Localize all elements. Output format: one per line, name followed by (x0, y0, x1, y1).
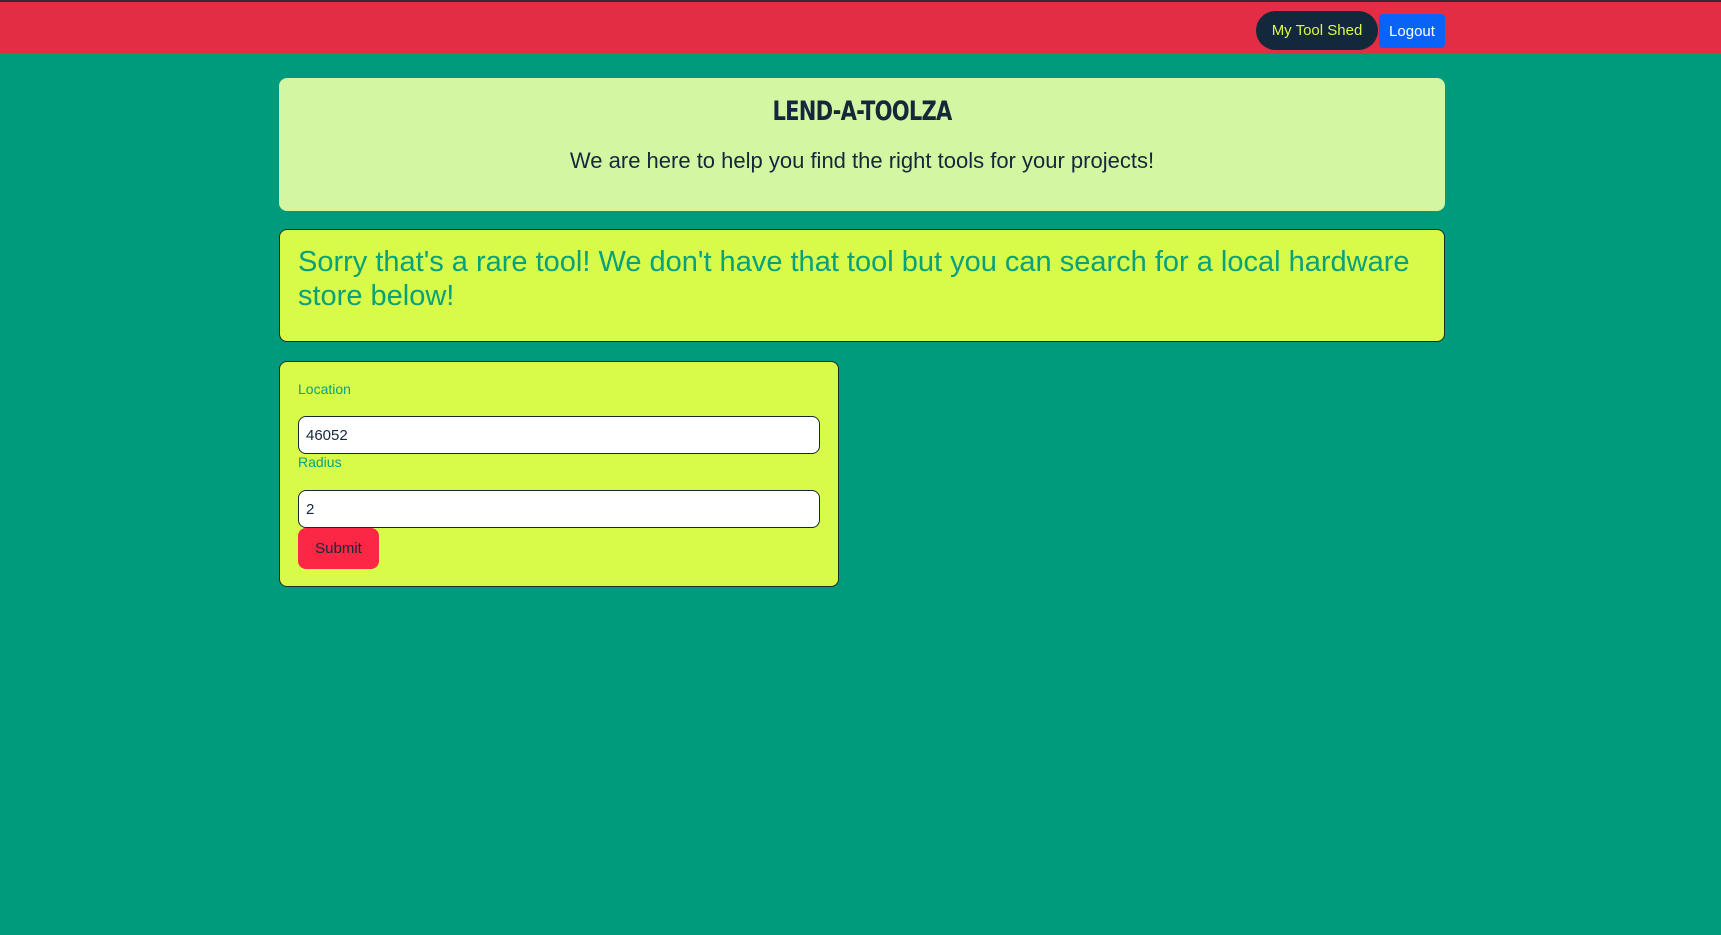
site-tagline: We are here to help you find the right t… (569, 148, 1155, 173)
radius-label: Radius (298, 454, 342, 470)
my-tool-shed-button[interactable]: My Tool Shed (1256, 11, 1378, 50)
location-label: Location (298, 381, 351, 397)
submit-button[interactable]: Submit (298, 528, 379, 569)
site-title: LEND-A-TOOLZA (772, 96, 952, 127)
rare-tool-alert: Sorry that's a rare tool! We don't have … (279, 229, 1445, 342)
hardware-store-search-form: Location Radius Submit (279, 361, 839, 587)
top-navbar: My Tool Shed Logout (0, 0, 1721, 54)
location-input[interactable] (298, 416, 820, 454)
logout-button[interactable]: Logout (1379, 14, 1445, 48)
radius-input[interactable] (298, 490, 820, 528)
alert-message: Sorry that's a rare tool! We don't have … (298, 246, 1410, 312)
hero-banner: LEND-A-TOOLZA We are here to help you fi… (279, 78, 1445, 211)
